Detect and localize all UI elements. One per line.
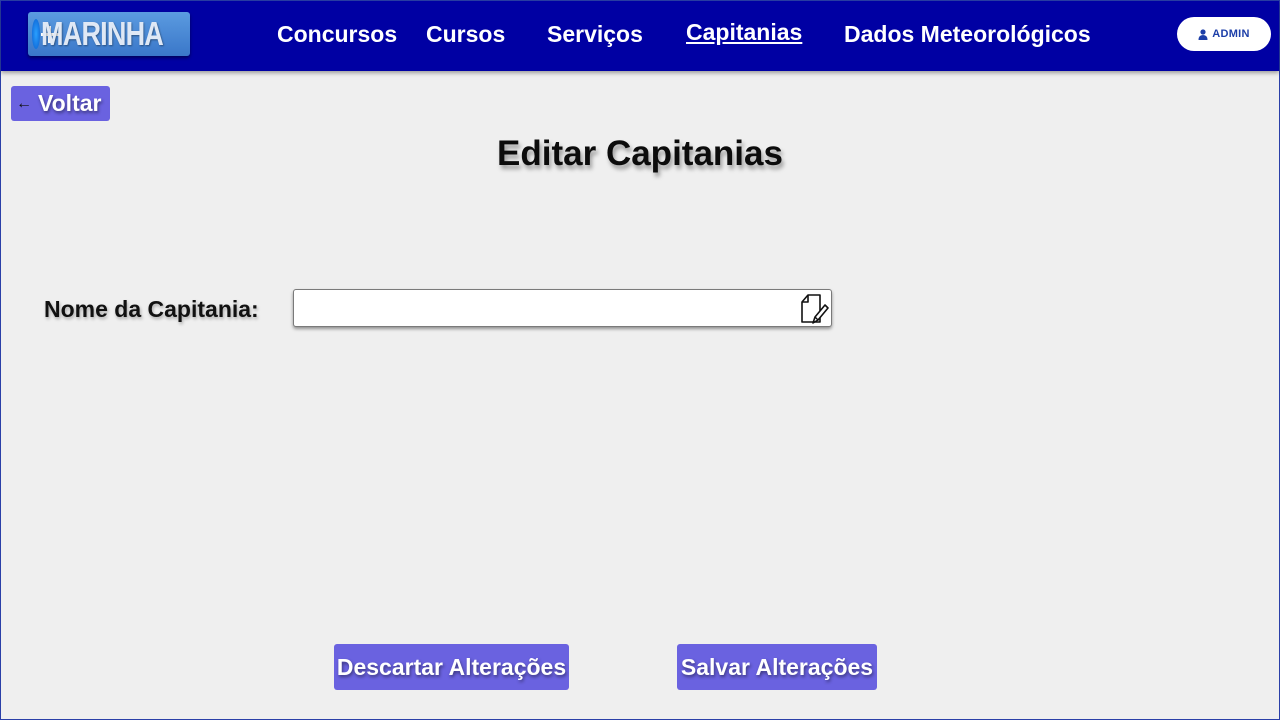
- edit-document-icon[interactable]: [799, 293, 829, 325]
- discard-changes-button[interactable]: Descartar Alterações: [334, 644, 569, 690]
- save-changes-button[interactable]: Salvar Alterações: [677, 644, 877, 690]
- nav-dados-meteorologicos[interactable]: Dados Meteorológicos: [844, 21, 1091, 48]
- nav-capitanias[interactable]: Capitanias: [686, 19, 802, 46]
- nav-servicos[interactable]: Serviços: [547, 21, 643, 48]
- plus-circle-icon: [32, 19, 60, 49]
- marinha-logo[interactable]: MARINHA: [28, 12, 190, 56]
- nav-concursos[interactable]: Concursos: [277, 21, 397, 48]
- admin-button[interactable]: ADMIN: [1177, 17, 1271, 51]
- nav-cursos[interactable]: Cursos: [426, 21, 505, 48]
- back-label: Voltar: [38, 90, 102, 116]
- admin-label: ADMIN: [1212, 28, 1250, 40]
- top-navbar: MARINHA Concursos Cursos Serviços Capita…: [1, 1, 1279, 71]
- capitania-name-label: Nome da Capitania:: [44, 296, 259, 322]
- capitania-name-input[interactable]: [300, 290, 794, 326]
- user-icon: [1198, 28, 1208, 40]
- back-arrow-icon: ←: [16, 94, 32, 112]
- capitania-name-field[interactable]: [293, 289, 832, 327]
- logo-text: MARINHA: [41, 15, 164, 52]
- back-button[interactable]: ← Voltar: [11, 86, 110, 121]
- page-title: Editar Capitanias: [497, 134, 783, 173]
